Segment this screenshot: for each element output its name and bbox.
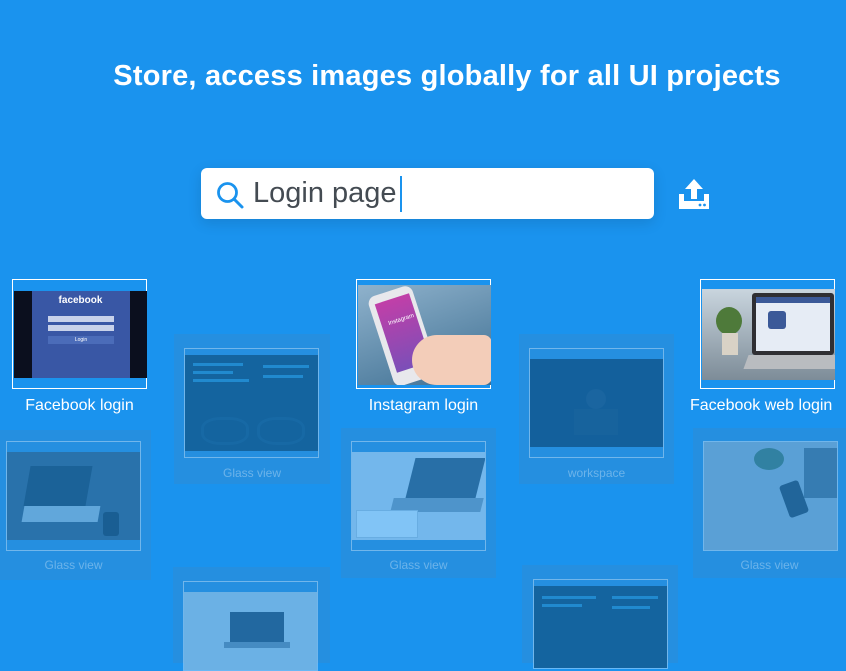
image-card-partial[interactable] xyxy=(173,567,330,671)
card-label: Facebook web login xyxy=(690,397,833,414)
typing-thumbnail xyxy=(352,452,485,540)
image-card-glass-view[interactable]: Glass view xyxy=(693,428,846,578)
search-bar[interactable] xyxy=(201,168,654,219)
code-thumbnail xyxy=(534,586,667,668)
thumbnail-frame xyxy=(700,279,835,389)
thumbnail-frame xyxy=(351,441,486,551)
image-card-glass-view[interactable]: Glass view xyxy=(0,430,151,580)
thumbnail-frame xyxy=(6,441,141,551)
thumbnail-frame xyxy=(533,579,668,669)
card-label: Glass view xyxy=(44,558,103,572)
image-card-workspace[interactable]: workspace xyxy=(519,334,674,484)
card-label: Glass view xyxy=(389,558,448,572)
card-label: Glass view xyxy=(222,466,281,480)
card-label: Glass view xyxy=(740,558,799,572)
instagram-login-thumbnail: Instagram xyxy=(358,285,491,385)
search-input[interactable] xyxy=(253,174,633,212)
card-label: Facebook login xyxy=(25,397,134,414)
search-icon xyxy=(217,182,244,209)
code-glasses-thumbnail xyxy=(185,355,318,451)
facebook-logo-text: facebook xyxy=(58,295,103,306)
page-headline: Store, access images globally for all UI… xyxy=(113,60,781,92)
thumbnail-frame: facebook Login xyxy=(12,279,147,389)
laptop-desk-thumbnail xyxy=(184,592,317,670)
image-card-glass-view[interactable]: Glass view xyxy=(174,334,330,484)
image-card-glass-view[interactable]: Glass view xyxy=(341,428,496,578)
facebook-web-login-thumbnail xyxy=(702,289,835,380)
login-button-mock: Login xyxy=(48,336,114,344)
facebook-login-thumbnail: facebook Login xyxy=(14,291,147,378)
thumbnail-frame xyxy=(183,581,318,671)
card-label: workspace xyxy=(567,466,626,480)
card-label: Instagram login xyxy=(368,397,479,414)
desk-thumbnail xyxy=(704,442,837,550)
image-card-partial[interactable] xyxy=(522,565,678,669)
image-card-facebook-web-login[interactable]: Facebook web login xyxy=(690,279,846,417)
laptop-thumbnail xyxy=(7,452,140,540)
workspace-thumbnail xyxy=(530,359,663,447)
thumbnail-frame xyxy=(529,348,664,458)
image-card-facebook-login[interactable]: facebook Login Facebook login xyxy=(12,279,148,417)
image-card-instagram-login[interactable]: Instagram Instagram login xyxy=(356,279,492,417)
thumbnail-frame xyxy=(703,441,838,551)
thumbnail-frame: Instagram xyxy=(356,279,491,389)
thumbnail-frame xyxy=(184,348,319,458)
text-caret xyxy=(400,176,402,212)
upload-icon[interactable] xyxy=(676,177,712,211)
